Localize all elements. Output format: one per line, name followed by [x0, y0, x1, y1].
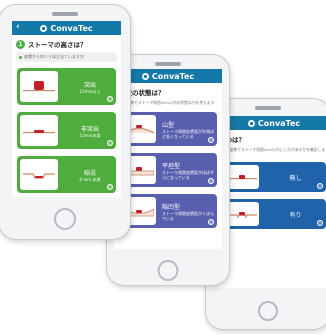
radio-indicator [107, 184, 113, 190]
brand-name: ConvaTec [151, 71, 195, 81]
option-label: 陥没 [83, 169, 96, 177]
option-button-mountain[interactable]: 山型 ストーマ周囲皮膚面が外側ほど低くなっている [119, 112, 217, 146]
app-header: ‹ ConvaTec [12, 21, 121, 35]
option-label: 無し [289, 174, 302, 182]
option-label: 平坦型 [162, 162, 181, 170]
option-sublabel: 0 mm 未満 [79, 176, 101, 182]
option-illustration [20, 159, 58, 190]
skin-wrinkle-icon [227, 212, 257, 219]
info-text: 皮膚から何ミリほど出ていますか [24, 54, 84, 59]
brand-name: ConvaTec [50, 23, 93, 33]
option-sublabel: 10mm以上 [79, 88, 101, 94]
phone-speaker [51, 12, 78, 16]
radio-indicator [107, 96, 113, 102]
phone-speaker [255, 106, 281, 110]
option-illustration [20, 71, 58, 102]
question-heading: 1 ストーマの高さは？ [12, 35, 121, 51]
option-label: 非突出 [80, 125, 99, 133]
home-button [53, 208, 76, 230]
info-note: 皮膚から何ミリほど出ていますか [16, 52, 117, 62]
option-button-yes[interactable]: 有り [222, 199, 326, 229]
convatec-logo-icon [141, 72, 149, 80]
protruding-stoma-icon [23, 80, 55, 91]
option-illustration [20, 115, 58, 146]
option-sublabel: 10mm未満 [79, 132, 101, 138]
flush-stoma-icon [23, 129, 55, 133]
phone-mockup-1: ‹ ConvaTec 1 ストーマの高さは？ 皮膚から何ミリほど出ていますか 突… [0, 4, 131, 240]
option-label: 陥凹型 [162, 203, 181, 211]
option-label: 突出 [83, 81, 96, 89]
radio-indicator [317, 220, 323, 226]
option-illustration [225, 202, 259, 226]
brand-name: ConvaTec [257, 118, 301, 128]
home-button [258, 301, 278, 321]
phone-3-screen: ConvaTec しわは？ 座位姿勢でストーマ周囲4cm以内にしわがあるかを確認… [217, 116, 326, 288]
option-label: 山型 [162, 121, 175, 129]
info-dot-icon [19, 55, 22, 59]
question-description: 座位姿勢でストーマ周囲4cm以内にしわがあるかを確認します [222, 147, 326, 157]
option-button-none[interactable]: 無し [222, 162, 326, 192]
option-button-concave[interactable]: 陥凹型 ストーマ周囲皮膚面がくぼんでいる [119, 194, 217, 228]
phone-speaker [155, 62, 181, 66]
radio-indicator [208, 137, 214, 143]
option-button-non-protruding[interactable]: 非突出 10mm未満 [17, 112, 116, 149]
convatec-logo-icon [247, 119, 255, 127]
app-header: ConvaTec [217, 116, 326, 130]
radio-indicator [208, 219, 214, 225]
phone-1-screen: ‹ ConvaTec 1 ストーマの高さは？ 皮膚から何ミリほど出ていますか 突… [12, 21, 121, 197]
question-heading: しわは？ [217, 130, 326, 146]
skin-no-wrinkle-icon [227, 175, 257, 180]
radio-indicator [317, 183, 323, 189]
option-label: 有り [289, 211, 302, 219]
question-text: ストーマの高さは？ [28, 41, 87, 49]
retracted-stoma-icon [23, 172, 55, 179]
option-button-flat[interactable]: 平坦型 ストーマ周囲皮膚面がほぼ平らになっている [119, 153, 217, 187]
question-number-badge: 1 [16, 39, 25, 49]
chevron-left-icon[interactable]: ‹ [16, 22, 20, 32]
convatec-logo-icon [40, 24, 48, 32]
radio-indicator [107, 140, 113, 146]
option-button-retracted[interactable]: 陥没 0 mm 未満 [17, 156, 116, 193]
option-button-protruding[interactable]: 突出 10mm以上 [17, 68, 116, 105]
home-button [157, 260, 179, 281]
option-illustration [225, 165, 259, 189]
radio-indicator [208, 178, 214, 184]
